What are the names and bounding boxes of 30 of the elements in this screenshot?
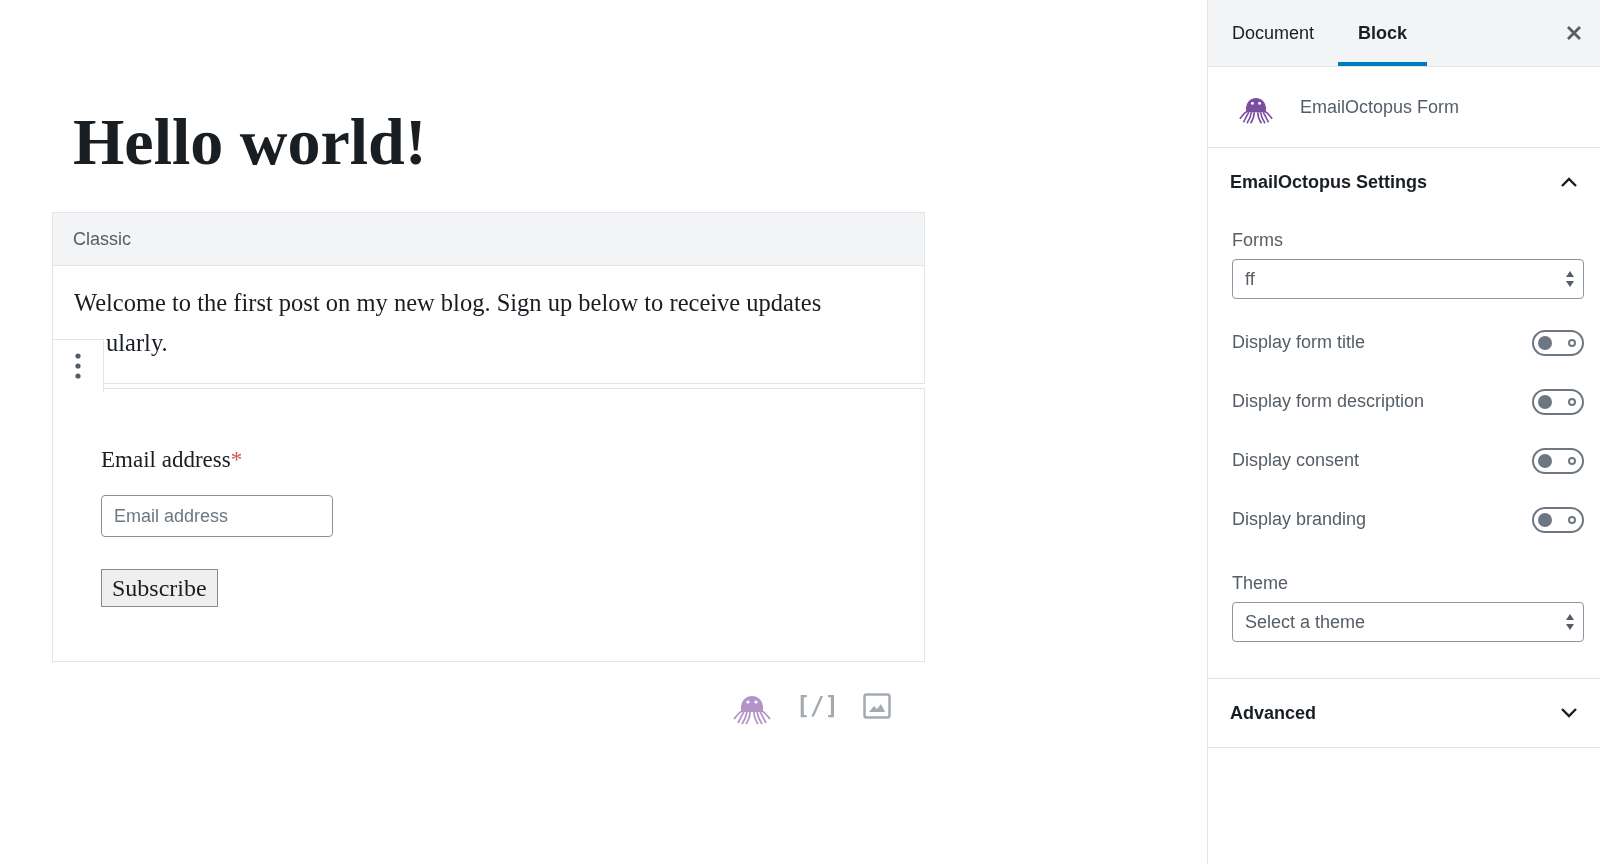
toggle-switch[interactable]	[1532, 388, 1584, 415]
panel-toggle[interactable]: EmailOctopus Settings	[1208, 148, 1600, 216]
subscribe-button[interactable]: Subscribe	[101, 569, 218, 607]
toggle-switch[interactable]	[1532, 506, 1584, 533]
sidebar-tab[interactable]: Document	[1212, 0, 1335, 66]
paragraph-text: ularly.	[106, 328, 168, 358]
select-field[interactable]: Select a theme	[1232, 602, 1584, 642]
field-label: Forms	[1232, 230, 1284, 251]
chevron-icon	[1560, 707, 1578, 719]
field-label: Theme	[1232, 573, 1290, 594]
more-options-button[interactable]	[52, 339, 104, 392]
toggle-label: Display branding	[1232, 509, 1367, 530]
vertical-dots-icon	[75, 353, 81, 379]
email-field[interactable]: Email address	[101, 495, 333, 537]
block-name: EmailOctopus Form	[1300, 96, 1460, 118]
post-title[interactable]: Hello world!	[52, 0, 925, 212]
panel-toggle[interactable]: Advanced	[1208, 679, 1600, 747]
paragraph-text: Welcome to the first post on my new blog. Sign up below to receive updates	[74, 288, 822, 318]
sidebar-tab[interactable]: Block	[1338, 0, 1428, 66]
toggle-label: Display consent	[1232, 450, 1360, 471]
toggle-label: Display form description	[1232, 391, 1425, 412]
toggle-label: Display form title	[1232, 332, 1366, 353]
toggle-switch[interactable]	[1532, 329, 1584, 356]
block-label: Classic	[73, 228, 131, 250]
select-field[interactable]: ff	[1232, 259, 1584, 299]
chevron-icon	[1560, 176, 1578, 188]
field-label: Email address*	[101, 447, 243, 473]
up-down-arrows-icon	[1565, 613, 1575, 631]
toggle-switch[interactable]	[1532, 447, 1584, 474]
up-down-arrows-icon	[1565, 270, 1575, 288]
